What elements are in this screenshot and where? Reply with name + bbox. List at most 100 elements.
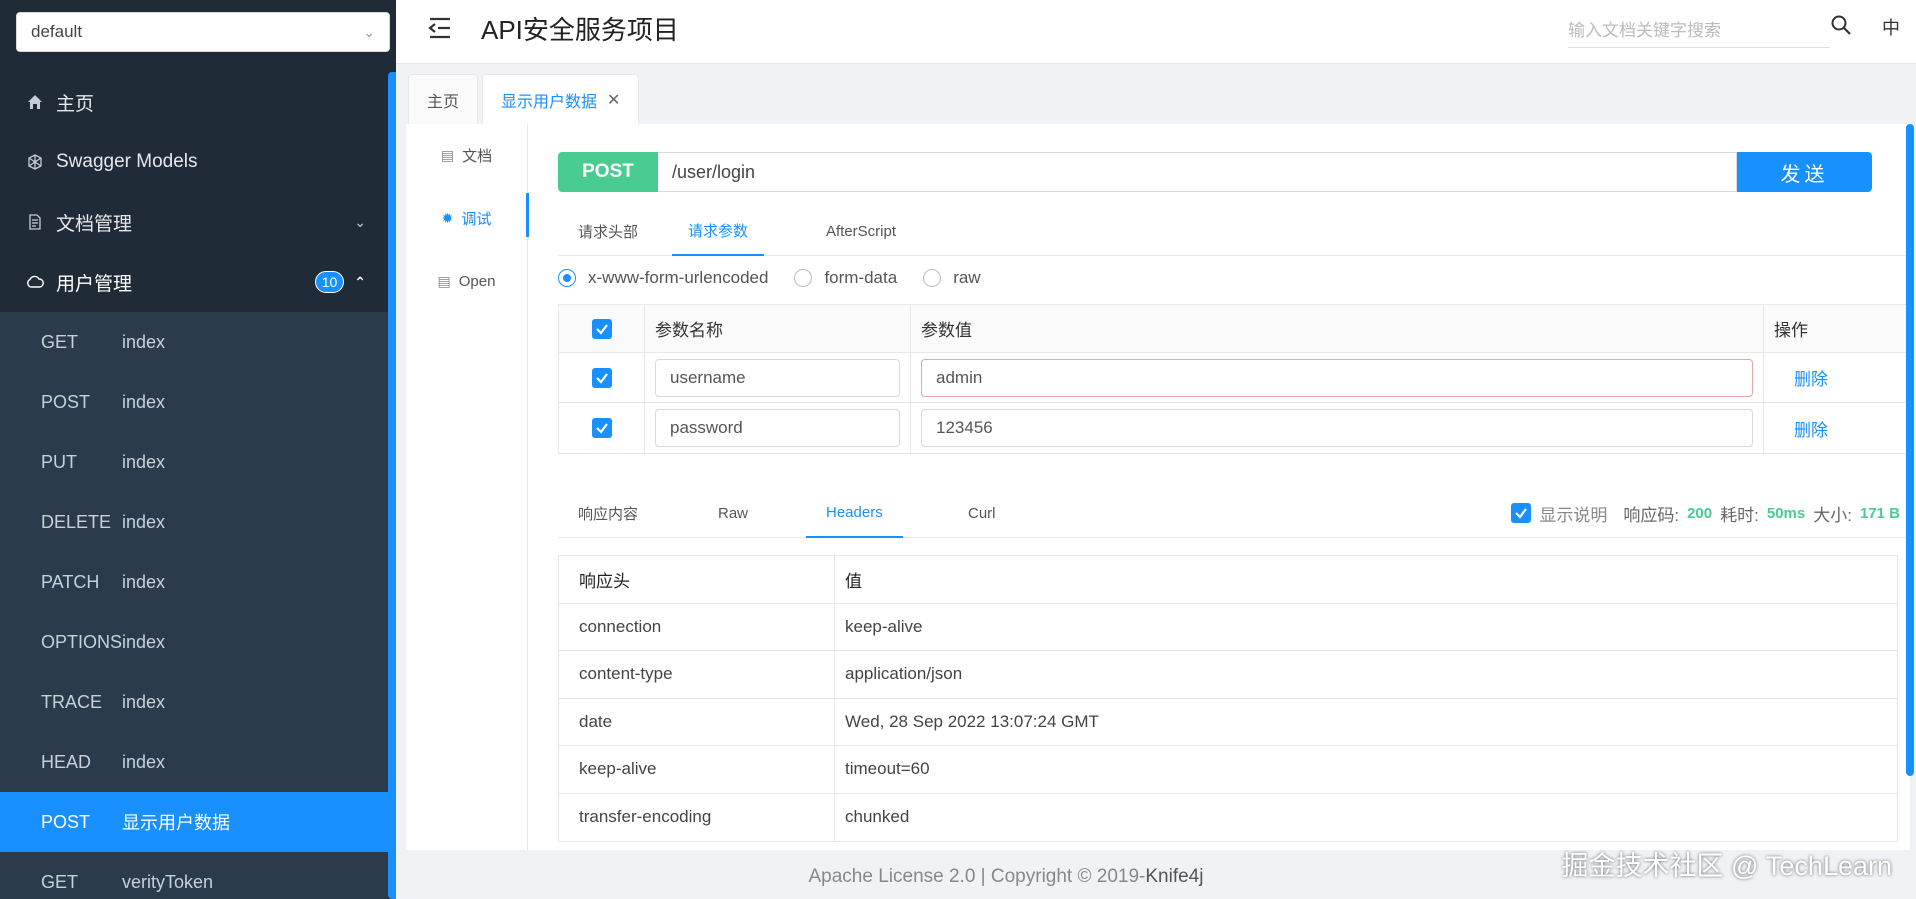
tab-debug[interactable]: ✹ 调试 [406,187,529,250]
group-select[interactable]: default ⌄ [16,12,390,52]
param-value-input[interactable]: admin [921,358,1753,397]
tab-open[interactable]: ▤ Open [406,250,527,313]
table-row: content-type application/json [559,651,1897,699]
url-input[interactable]: /user/login [658,152,1737,192]
group-select-value: default [31,22,83,41]
api-item[interactable]: DELETE index [0,492,388,552]
response-info: 显示说明 响应码: 200 耗时: 50ms 大小: 171 B [1511,488,1900,538]
tab-label: 主页 [427,93,460,111]
tab-response-headers[interactable]: Headers [806,488,903,538]
table-row: date Wed, 28 Sep 2022 13:07:24 GMT [559,698,1897,746]
footer-text: Apache License 2.0 | Copyright © 2019- [808,866,1146,887]
api-item[interactable]: TRACE index [0,672,388,732]
sidebar-item-label: 文档管理 [56,213,133,235]
tab-request-params[interactable]: 请求参数 [672,206,765,256]
file-icon: ▤ [440,147,455,163]
api-name: 显示用户数据 [122,813,230,833]
api-item-active[interactable]: POST 显示用户数据 [0,792,388,852]
chevron-up-icon: ⌃ [354,273,366,290]
table-row: password 123456 删除 [559,403,1909,453]
api-item[interactable]: HEAD index [0,732,388,792]
tab-response-raw[interactable]: Raw [718,488,748,538]
document-icon [24,214,46,230]
radio-label: x-www-form-urlencoded [588,268,769,287]
header-key: date [559,698,835,745]
delete-link[interactable]: 删除 [1794,365,1828,390]
sidebar-item-home[interactable]: 主页 [0,72,388,132]
sidebar-item-models[interactable]: Swagger Models [0,132,388,192]
column-header: 值 [845,571,862,591]
radio-raw[interactable]: raw [923,268,981,288]
time-label: 耗时: [1720,505,1759,525]
chevron-down-icon: ⌄ [363,23,375,40]
vertical-tabs: ▤ 文档 ✹ 调试 ▤ Open [406,124,529,850]
response-tabs: 响应内容 Raw Headers Curl 显示说明 响应码: 200 耗时: … [558,488,1910,538]
delete-link[interactable]: 删除 [1794,416,1828,441]
close-icon[interactable]: ✕ [607,90,620,110]
page-tabs: 主页 显示用户数据 ✕ [396,64,1916,124]
tab-doc[interactable]: ▤ 文档 [406,124,527,187]
search-input[interactable]: 输入文档关键字搜索 [1568,10,1830,48]
api-item[interactable]: POST index [0,372,388,432]
cloud-icon [24,275,46,289]
api-method: DELETE [41,511,112,532]
api-method: TRACE [41,691,103,712]
send-button[interactable]: 发送 [1737,152,1872,192]
api-item[interactable]: OPTIONS index [0,612,388,672]
watermark: 掘金技术社区 @ TechLearn [1561,851,1893,881]
tab-after-script[interactable]: AfterScript [826,206,896,256]
api-name: index [122,751,166,772]
request-tabs: 请求头部 请求参数 AfterScript [558,206,1910,256]
sidebar-scrollbar[interactable] [388,72,396,899]
api-name: index [122,451,166,472]
language-switch[interactable]: 中 [1882,14,1900,40]
header-value: application/json [845,664,963,684]
sidebar-nav: 主页 Swagger Models 文档管理 ⌄ 用户管理 10 ⌃ GET i… [0,72,388,899]
param-value-input[interactable]: 123456 [921,409,1753,447]
vtab-label: 调试 [461,211,492,228]
sidebar-item-docs[interactable]: 文档管理 ⌄ [0,192,388,252]
radio-label: form-data [824,268,898,287]
api-item[interactable]: GET index [0,312,388,372]
api-method: OPTIONS [41,631,123,652]
api-method: POST [41,811,91,832]
column-header: 参数值 [911,305,1764,352]
api-item[interactable]: PATCH index [0,552,388,612]
tab-user-data[interactable]: 显示用户数据 ✕ [482,74,640,124]
param-name-input[interactable]: password [655,409,900,447]
tab-request-headers[interactable]: 请求头部 [578,206,638,256]
select-all-checkbox[interactable] [591,318,612,339]
radio-form-data[interactable]: form-data [794,268,897,288]
api-name: index [122,511,166,532]
search-icon[interactable] [1830,14,1854,38]
tab-response-content[interactable]: 响应内容 [578,488,638,538]
api-item[interactable]: PUT index [0,432,388,492]
sidebar-item-label: 主页 [56,93,95,115]
param-name-input[interactable]: username [655,358,900,397]
api-name: index [122,631,166,652]
response-size: 171 B [1859,504,1900,522]
api-method: GET [41,331,79,352]
row-checkbox[interactable] [591,367,612,388]
count-badge: 10 [314,271,345,293]
show-desc-checkbox[interactable] [1511,503,1532,523]
table-row: connection keep-alive [559,603,1897,651]
api-name: index [122,331,166,352]
tab-response-curl[interactable]: Curl [968,488,996,538]
radio-icon [794,269,813,287]
submenu: GET index POST index PUT index DELETE index … [0,312,388,899]
sidebar-item-users[interactable]: 用户管理 10 ⌃ [0,252,388,312]
radio-urlencoded[interactable]: x-www-form-urlencoded [558,268,768,288]
header-key: content-type [559,651,835,698]
row-checkbox[interactable] [591,418,612,438]
home-icon [24,94,46,110]
column-header: 响应头 [559,556,835,603]
menu-fold-icon[interactable] [426,16,454,40]
response-headers-table: 响应头 值 connection keep-alive content-type a… [558,555,1898,842]
table-row: username admin 删除 [559,353,1909,403]
tab-home[interactable]: 主页 [408,74,479,124]
api-item[interactable]: GET verityToken [0,852,388,899]
content-scrollbar[interactable] [1906,124,1914,776]
api-method: PATCH [41,571,100,592]
top-header: API安全服务项目 输入文档关键字搜索 中 [396,0,1916,64]
